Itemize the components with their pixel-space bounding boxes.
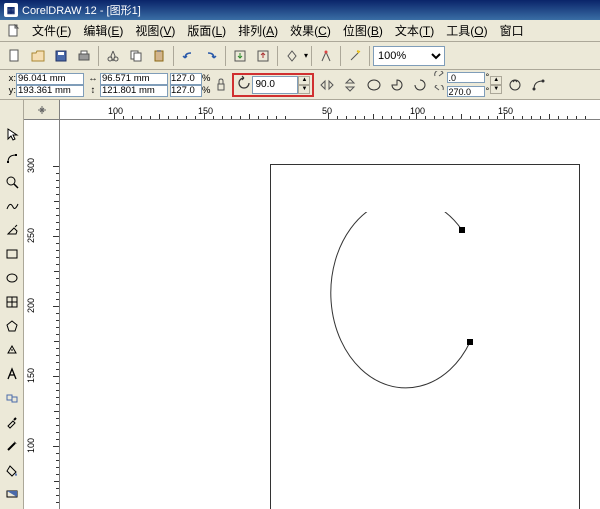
separator: [369, 46, 370, 66]
dropdown-arrow[interactable]: ▾: [304, 51, 308, 60]
direction-button[interactable]: [504, 74, 526, 96]
app-icon: ▦: [4, 3, 18, 17]
position-group: x: y:: [4, 73, 84, 97]
zoom-level-select[interactable]: 100%: [373, 46, 445, 66]
vertical-ruler[interactable]: 300250200150100: [24, 120, 60, 509]
x-label: x:: [4, 73, 16, 85]
width-input[interactable]: [100, 73, 168, 85]
arc-start-icon: [433, 71, 447, 84]
rotation-angle-input[interactable]: [252, 76, 298, 94]
arc-end-handle[interactable]: [467, 339, 473, 345]
interactive-fill-tool[interactable]: [1, 483, 23, 505]
save-button[interactable]: [50, 45, 72, 67]
menu-file[interactable]: 文件(F): [26, 20, 77, 41]
import-button[interactable]: [229, 45, 251, 67]
mirror-h-button[interactable]: [316, 74, 338, 96]
end-angle-input[interactable]: [447, 86, 485, 97]
text-tool[interactable]: [1, 363, 23, 385]
document-icon[interactable]: [6, 23, 22, 39]
rectangle-tool[interactable]: [1, 243, 23, 265]
property-bar: x: y: ↔ ↕ % % ▲▼ ° ° ▲▼: [0, 70, 600, 100]
menu-view[interactable]: 视图(V): [129, 20, 181, 41]
angle-spinner[interactable]: ▲▼: [490, 76, 502, 94]
y-position-input[interactable]: [16, 85, 84, 97]
title-bar: ▦ CorelDRAW 12 - [图形1]: [0, 0, 600, 20]
menu-edit[interactable]: 编辑(E): [77, 20, 129, 41]
redo-button[interactable]: [200, 45, 222, 67]
height-input[interactable]: [100, 85, 168, 97]
arc-button[interactable]: [409, 74, 431, 96]
workspace: 10015050100150 300250200150100: [0, 100, 600, 509]
blend-tool[interactable]: [1, 387, 23, 409]
print-button[interactable]: [73, 45, 95, 67]
menu-bar: 文件(F) 编辑(E) 视图(V) 版面(L) 排列(A) 效果(C) 位图(B…: [0, 20, 600, 42]
menu-bitmap[interactable]: 位图(B): [337, 20, 389, 41]
y-label: y:: [4, 85, 16, 97]
new-button[interactable]: [4, 45, 26, 67]
rotate-icon: [236, 75, 252, 94]
separator: [311, 46, 312, 66]
arc-angles-group: ° °: [433, 71, 489, 98]
shape-tool[interactable]: [1, 147, 23, 169]
menu-effects[interactable]: 效果(C): [284, 20, 337, 41]
fill-tool[interactable]: [1, 459, 23, 481]
corel-online-button[interactable]: [315, 45, 337, 67]
canvas[interactable]: [60, 120, 600, 509]
ruler-origin[interactable]: [24, 100, 60, 120]
smart-draw-tool[interactable]: [1, 219, 23, 241]
undo-button[interactable]: [177, 45, 199, 67]
eyedropper-tool[interactable]: [1, 411, 23, 433]
percent-label: %: [202, 73, 210, 84]
separator: [277, 46, 278, 66]
arc-start-handle[interactable]: [459, 227, 465, 233]
scale-x-input[interactable]: [170, 73, 202, 85]
export-button[interactable]: [252, 45, 274, 67]
mirror-v-button[interactable]: [339, 74, 361, 96]
arc-end-icon: [433, 85, 447, 98]
separator: [98, 46, 99, 66]
app-launcher-button[interactable]: [281, 45, 303, 67]
menu-layout[interactable]: 版面(L): [181, 20, 232, 41]
paste-button[interactable]: [148, 45, 170, 67]
basic-shapes-tool[interactable]: [1, 339, 23, 361]
wand-button[interactable]: [344, 45, 366, 67]
graph-paper-tool[interactable]: [1, 291, 23, 313]
height-icon: ↕: [86, 85, 100, 97]
scale-y-input[interactable]: [170, 85, 202, 97]
cut-button[interactable]: [102, 45, 124, 67]
arc-object[interactable]: [330, 212, 530, 432]
open-button[interactable]: [27, 45, 49, 67]
separator: [340, 46, 341, 66]
horizontal-ruler[interactable]: 10015050100150: [60, 100, 600, 120]
percent-label: %: [202, 85, 210, 96]
menu-arrange[interactable]: 排列(A): [232, 20, 284, 41]
scale-group: % %: [170, 73, 210, 97]
separator: [225, 46, 226, 66]
menu-text[interactable]: 文本(T): [389, 20, 440, 41]
ellipse-tool[interactable]: [1, 267, 23, 289]
title-text: CorelDRAW 12 - [图形1]: [22, 2, 141, 18]
width-icon: ↔: [86, 73, 100, 85]
freehand-tool[interactable]: [1, 195, 23, 217]
lock-ratio-button[interactable]: [212, 73, 230, 97]
ellipse-button[interactable]: [363, 74, 385, 96]
rotation-spinner[interactable]: ▲▼: [298, 76, 310, 94]
separator: [173, 46, 174, 66]
x-position-input[interactable]: [16, 73, 84, 85]
copy-button[interactable]: [125, 45, 147, 67]
outline-tool[interactable]: [1, 435, 23, 457]
standard-toolbar: ▾ 100%: [0, 42, 600, 70]
to-curves-button[interactable]: [528, 74, 550, 96]
zoom-tool[interactable]: [1, 171, 23, 193]
toolbox: [0, 100, 24, 509]
pick-tool[interactable]: [1, 123, 23, 145]
menu-tools[interactable]: 工具(O): [440, 20, 493, 41]
rotation-group: ▲▼: [232, 73, 314, 97]
polygon-tool[interactable]: [1, 315, 23, 337]
pie-button[interactable]: [386, 74, 408, 96]
size-group: ↔ ↕: [86, 73, 168, 97]
menu-window[interactable]: 窗口: [494, 20, 530, 41]
start-angle-input[interactable]: [447, 72, 485, 83]
